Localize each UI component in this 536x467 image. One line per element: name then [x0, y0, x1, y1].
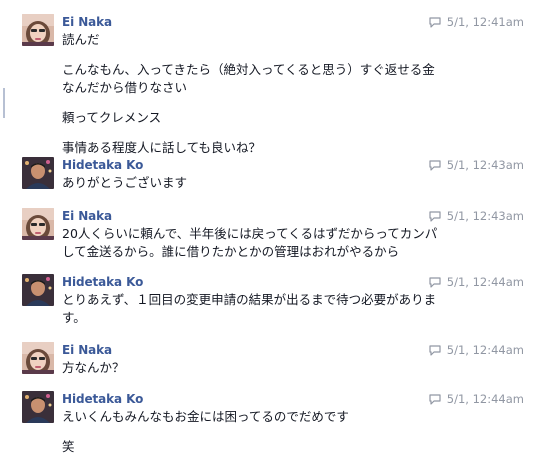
hidetaka-ko-avatar[interactable] [22, 157, 54, 189]
message-text-line: とりあえず、１回目の変更申請の結果が出るまで待つ必要がありま [62, 292, 437, 307]
message-text-line: 20人くらいに頼んで、半年後には戻ってくるはずだからってカンパ [62, 226, 438, 241]
message-text-line: なんだから借りなさい [62, 80, 188, 95]
message-timestamp[interactable]: 5/1, 12:43am [429, 209, 524, 223]
sender-name[interactable]: Hidetaka Ko [62, 392, 143, 406]
sender-name[interactable]: Hidetaka Ko [62, 158, 143, 172]
chat-bubble-icon [429, 393, 441, 405]
message-body: えいくんもみんなもお金には困ってるのでだめです笑 [62, 408, 482, 456]
message-timestamp[interactable]: 5/1, 12:44am [429, 343, 524, 357]
ei-naka-avatar[interactable] [22, 14, 54, 46]
sender-name[interactable]: Ei Naka [62, 209, 112, 223]
message-body: とりあえず、１回目の変更申請の結果が出るまで待つ必要がありま す。 [62, 291, 482, 327]
timestamp-text: 5/1, 12:41am [446, 15, 524, 29]
message-timestamp[interactable]: 5/1, 12:41am [429, 15, 524, 29]
message-timestamp[interactable]: 5/1, 12:44am [429, 392, 524, 406]
message-timestamp[interactable]: 5/1, 12:44am [429, 275, 524, 289]
chat-bubble-icon [429, 159, 441, 171]
message-text-line: 笑 [62, 439, 75, 454]
sender-name[interactable]: Ei Naka [62, 15, 112, 29]
chat-bubble-icon [429, 344, 441, 356]
hidetaka-ko-avatar[interactable] [22, 274, 54, 306]
chat-bubble-icon [429, 16, 441, 28]
sender-name[interactable]: Hidetaka Ko [62, 275, 143, 289]
timestamp-text: 5/1, 12:44am [446, 275, 524, 289]
timestamp-text: 5/1, 12:44am [446, 343, 524, 357]
timestamp-text: 5/1, 12:44am [446, 392, 524, 406]
message-body: ありがとうございます [62, 174, 482, 192]
timestamp-text: 5/1, 12:43am [446, 209, 524, 223]
message-text-line: す。 [62, 310, 86, 325]
message-text-line: 頼ってクレメンス [62, 110, 162, 125]
message-text-line: ありがとうございます [62, 175, 188, 190]
message-timestamp[interactable]: 5/1, 12:43am [429, 158, 524, 172]
message-text-line: して金送るから。誰に借りたかとかの管理はおれがやるから [62, 244, 400, 259]
message-body: 方なんか？ [62, 359, 482, 377]
message-text-line: 読んだ [62, 32, 100, 47]
ei-naka-avatar[interactable] [22, 208, 54, 240]
message-body: 読んだこんなもん、入ってきたら（絶対入ってくると思う）すぐ返せる金 なんだから借り… [62, 31, 482, 157]
message-text-line: 方なんか？ [62, 360, 125, 375]
sender-name[interactable]: Ei Naka [62, 343, 112, 357]
message-text-line: こんなもん、入ってきたら（絶対入ってくると思う）すぐ返せる金 [62, 62, 435, 77]
ei-naka-avatar[interactable] [22, 342, 54, 374]
hidetaka-ko-avatar[interactable] [22, 391, 54, 423]
timestamp-text: 5/1, 12:43am [446, 158, 524, 172]
message-text-line: えいくんもみんなもお金には困ってるのでだめです [62, 409, 349, 424]
message-text-line: 事情ある程度人に話しても良いね？ [62, 140, 262, 155]
chat-bubble-icon [429, 276, 441, 288]
thread-indicator-bar [3, 88, 5, 118]
message-body: 20人くらいに頼んで、半年後には戻ってくるはずだからってカンパ して金送るから。誰… [62, 225, 482, 261]
chat-bubble-icon [429, 210, 441, 222]
